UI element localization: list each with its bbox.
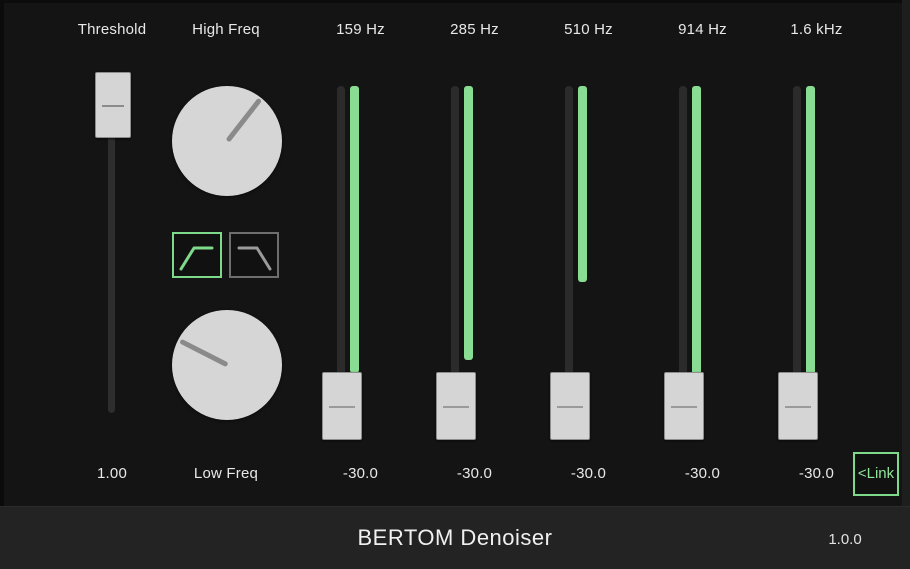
band-5-slider-handle[interactable]: [778, 372, 818, 440]
band-2-value-label: -30.0: [456, 465, 493, 482]
threshold-slider-handle[interactable]: [95, 72, 131, 138]
link-button[interactable]: <Link: [853, 452, 899, 496]
filter-shape-highpass-button[interactable]: [172, 232, 222, 278]
band-3-value-label: -30.0: [570, 465, 607, 482]
high-pass-curve-icon: [179, 246, 214, 271]
band-4-frequency-label: 914 Hz: [678, 21, 727, 38]
filter-shape-lowpass-button[interactable]: [229, 232, 279, 278]
band-3-handle-grip: [557, 406, 583, 408]
threshold-label: Threshold: [77, 21, 147, 38]
high-freq-knob[interactable]: [172, 86, 282, 196]
band-1-slider-track[interactable]: [337, 86, 345, 396]
band-4-slider-handle[interactable]: [664, 372, 704, 440]
band-4-slider-track[interactable]: [679, 86, 687, 396]
band-5-slider-track[interactable]: [793, 86, 801, 396]
plugin-window: Threshold 1.00 High Freq Low Freq 159 Hz…: [0, 0, 910, 569]
band-4-level-meter: [692, 86, 701, 376]
low-freq-label: Low Freq: [193, 465, 259, 482]
low-freq-knob-pointer: [178, 338, 229, 368]
high-freq-label: High Freq: [192, 21, 260, 38]
band-5-handle-grip: [785, 406, 811, 408]
band-5-level-meter: [806, 86, 815, 392]
window-top-edge: [0, 0, 910, 3]
band-3-level-meter: [578, 86, 587, 282]
footer-bar: BERTOM Denoiser 1.0.0: [0, 506, 910, 569]
band-3-slider-track[interactable]: [565, 86, 573, 396]
band-2-level-meter: [464, 86, 473, 360]
band-1-value-label: -30.0: [342, 465, 379, 482]
threshold-handle-grip: [102, 105, 124, 107]
band-3-frequency-label: 510 Hz: [564, 21, 613, 38]
band-2-slider-track[interactable]: [451, 86, 459, 396]
band-1-level-meter: [350, 86, 359, 373]
threshold-value: 1.00: [97, 465, 127, 482]
band-2-handle-grip: [443, 406, 469, 408]
plugin-title: BERTOM Denoiser: [357, 525, 553, 550]
band-1-slider-handle[interactable]: [322, 372, 362, 440]
band-5-frequency-label: 1.6 kHz: [790, 21, 843, 38]
band-2-frequency-label: 285 Hz: [450, 21, 499, 38]
window-left-edge: [0, 0, 4, 569]
band-2-slider-handle[interactable]: [436, 372, 476, 440]
low-freq-knob[interactable]: [172, 310, 282, 420]
band-3-slider-handle[interactable]: [550, 372, 590, 440]
plugin-version: 1.0.0: [828, 531, 862, 548]
band-4-value-label: -30.0: [684, 465, 721, 482]
band-1-handle-grip: [329, 406, 355, 408]
low-pass-curve-icon: [237, 246, 272, 271]
band-1-frequency-label: 159 Hz: [336, 21, 385, 38]
high-freq-knob-pointer: [225, 97, 262, 143]
window-right-edge: [902, 0, 910, 569]
band-4-handle-grip: [671, 406, 697, 408]
